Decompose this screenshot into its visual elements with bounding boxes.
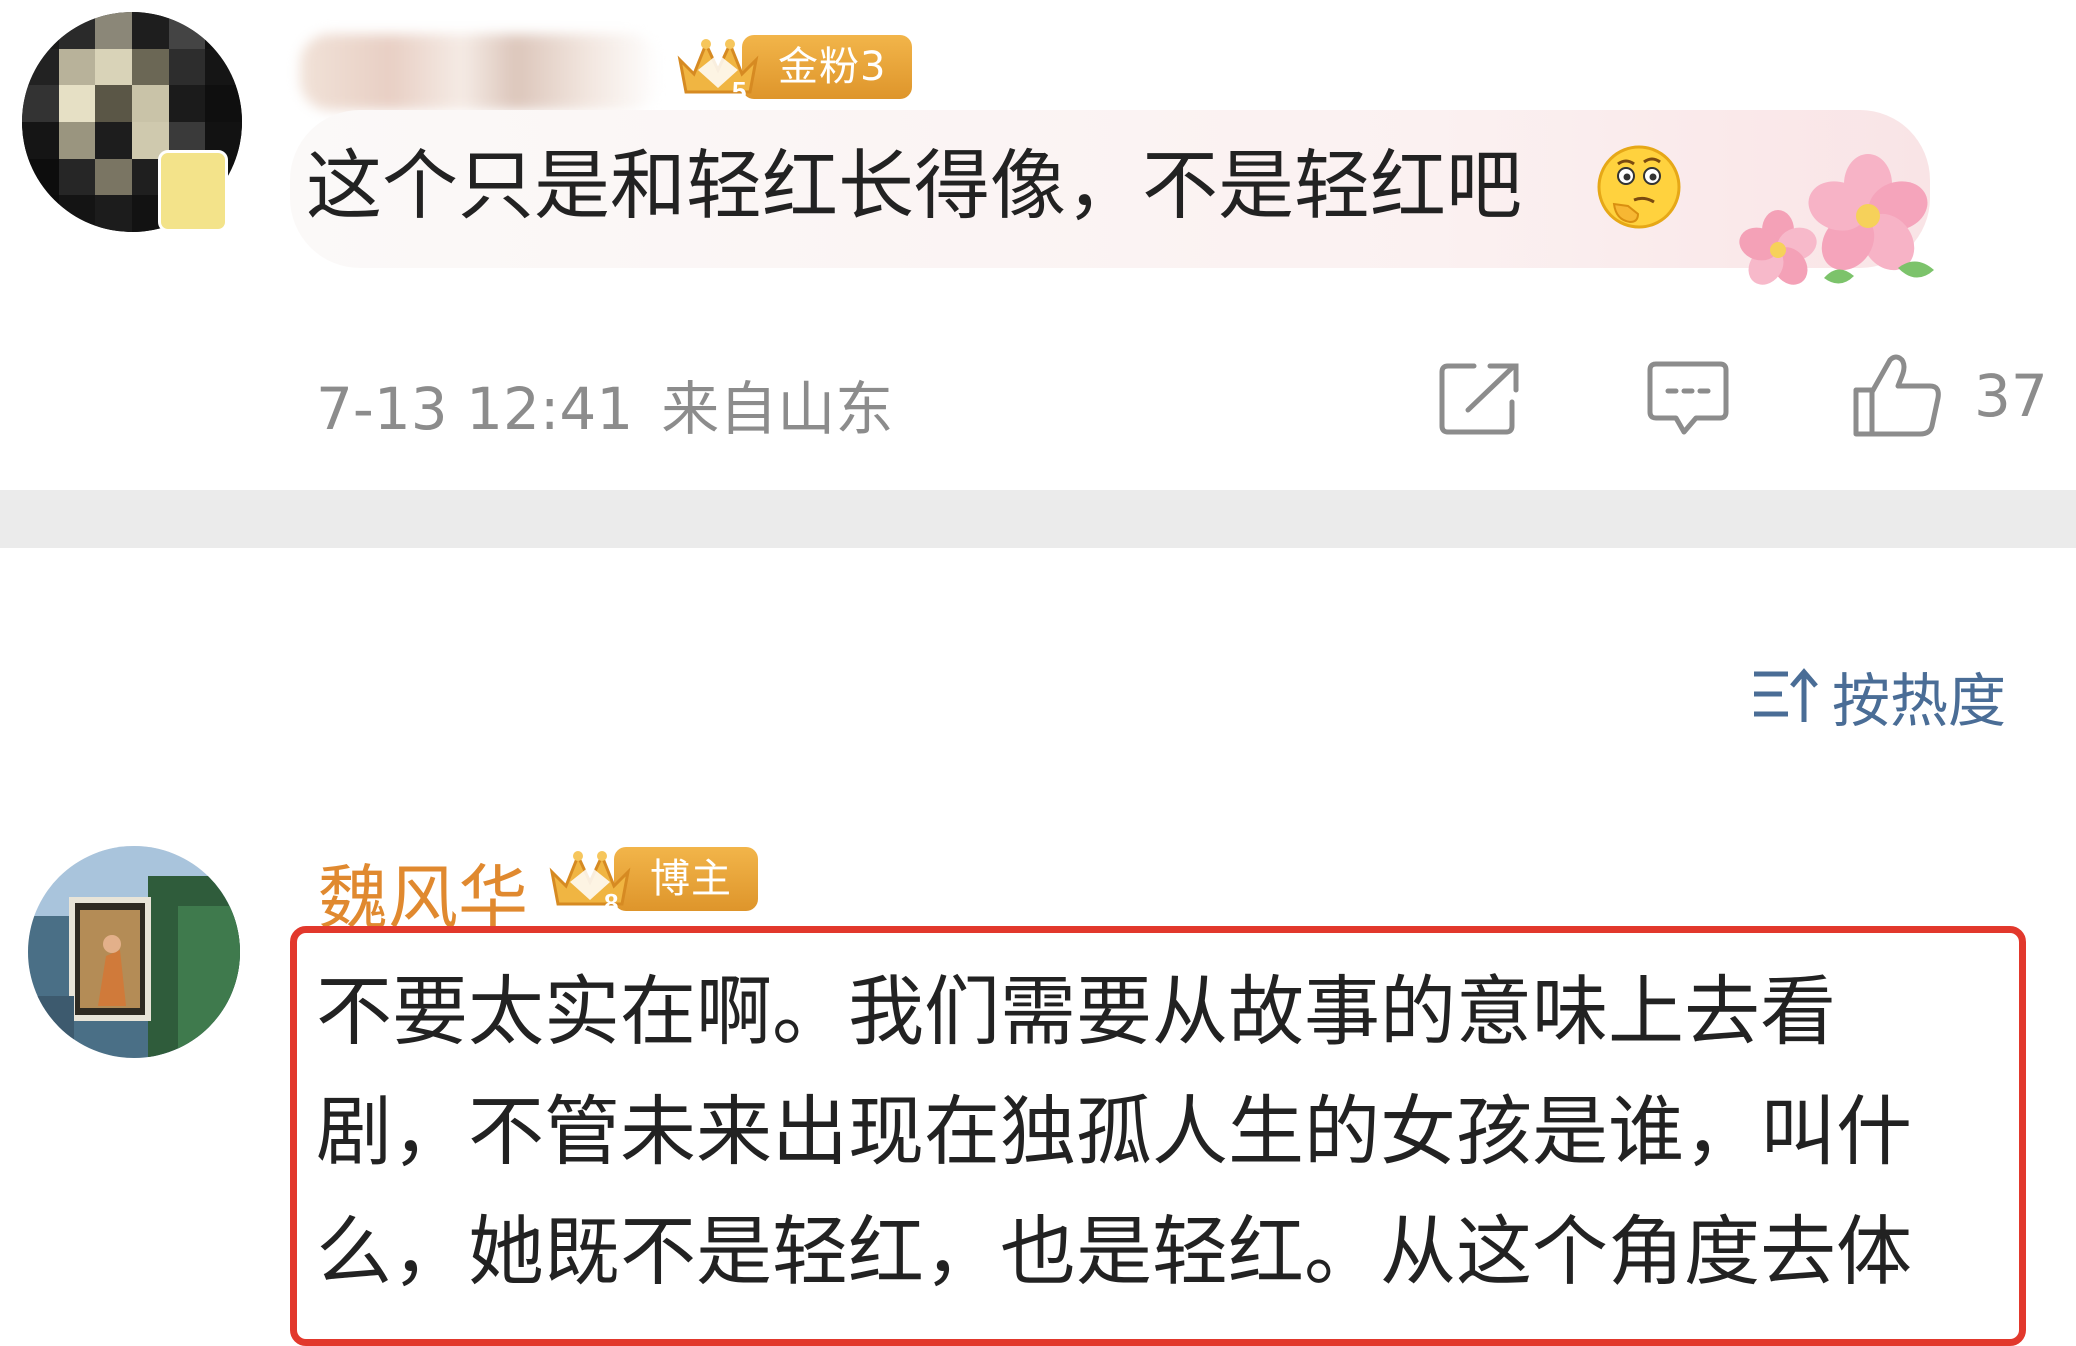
comment-time: 7-13 12:41	[316, 375, 634, 443]
blogger-level-number: 8	[604, 888, 618, 916]
thinking-face-icon	[1594, 142, 1684, 232]
crown-icon: 5	[672, 30, 764, 106]
share-icon[interactable]	[1438, 360, 1522, 436]
reply-line: 剧，不管未来出现在独孤人生的女孩是谁，叫什	[316, 1087, 1912, 1176]
like-count: 37	[1974, 362, 2048, 430]
blogger-reply-text: 不要太实在啊。我们需要从故事的意味上去看 剧，不管未来出现在独孤人生的女孩是谁，…	[316, 952, 2016, 1312]
reply-line: 么，她既不是轻红，也是轻红。从这个角度去体	[316, 1207, 1912, 1296]
comment-location: 来自山东	[661, 375, 894, 443]
fan-level-badge[interactable]: 5 金粉3	[672, 30, 913, 106]
section-divider	[0, 490, 2076, 548]
fan-level-number: 5	[732, 76, 746, 104]
flower-decoration-icon	[1728, 150, 1948, 300]
comment-meta: 7-13 12:41 来自山东	[316, 362, 921, 446]
sort-icon	[1754, 668, 1818, 722]
crown-icon: 8	[544, 842, 636, 918]
sort-label: 按热度	[1832, 667, 2007, 735]
sort-by-hot-button[interactable]: 按热度	[1752, 656, 2006, 736]
username-blurred[interactable]	[300, 34, 660, 110]
reply-line: 不要太实在啊。我们需要从故事的意味上去看	[316, 967, 1836, 1056]
blogger-badge[interactable]: 8 博主	[544, 842, 758, 918]
blogger-avatar[interactable]	[28, 846, 240, 1058]
fan-badge-label: 金粉3	[742, 35, 913, 99]
verified-badge	[158, 150, 228, 232]
thumbs-up-icon[interactable]	[1850, 352, 1944, 440]
comment-text: 这个只是和轻红长得像，不是轻红吧	[306, 141, 1522, 230]
comment-icon[interactable]	[1646, 358, 1730, 438]
